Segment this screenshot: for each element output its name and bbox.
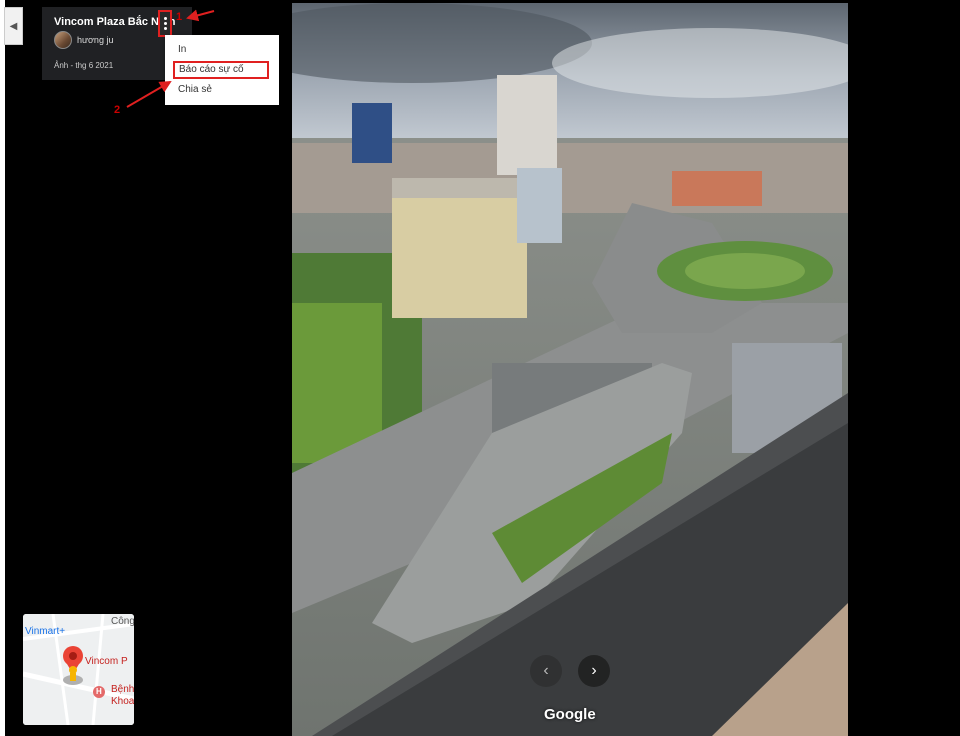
minimap-label-hospital-2: Khoa (111, 696, 134, 707)
annotation-step-2: 2 (114, 104, 121, 116)
more-vert-icon (163, 17, 167, 30)
street-view-photo[interactable] (292, 3, 848, 736)
more-options-button[interactable] (158, 10, 172, 37)
photo-date: Ảnh - thg 6 2021 (54, 61, 114, 70)
avatar (54, 31, 72, 49)
previous-photo-button[interactable]: ‹ (530, 655, 562, 687)
hospital-icon: H (96, 687, 102, 696)
minimap-label-hospital: Bệnh (111, 684, 134, 695)
minimap[interactable]: Vinmart+ Công Vincom P H Bệnh Khoa (23, 614, 134, 725)
context-menu: In Báo cáo sự cố Chia sẻ (165, 35, 279, 105)
menu-item-print[interactable]: In (178, 44, 186, 55)
minimap-label-vincom: Vincom P (85, 656, 128, 667)
next-photo-button[interactable]: › (578, 655, 610, 687)
collapse-panel-button[interactable]: ◀ (4, 7, 23, 45)
right-black-area (848, 0, 960, 736)
minimap-label-vinmart: Vinmart+ (25, 626, 66, 637)
chevron-left-icon: ‹ (543, 662, 549, 679)
annotation-step-1: 1 (176, 11, 183, 23)
chevron-right-icon: › (591, 662, 597, 679)
caret-left-icon: ◀ (9, 20, 18, 32)
side-panel-edge (0, 0, 5, 736)
google-logo: Google (544, 706, 596, 723)
author-name[interactable]: hương ju (77, 35, 113, 45)
minimap-label-cong: Công (111, 616, 134, 627)
menu-item-report-problem[interactable]: Báo cáo sự cố (173, 61, 269, 79)
author-row[interactable]: hương ju (54, 31, 113, 49)
menu-item-share[interactable]: Chia sẻ (178, 84, 212, 95)
